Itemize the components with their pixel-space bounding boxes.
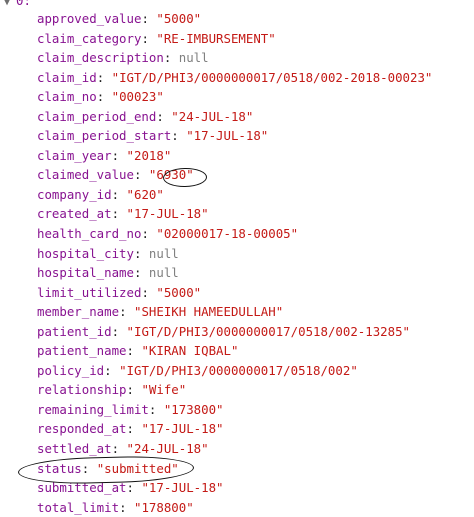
property-value: "IGT/D/PHI3/0000000017/0518/002" <box>119 362 358 378</box>
property-value: "02000017-18-00005" <box>156 226 299 242</box>
property-key: hospital_name <box>37 265 134 281</box>
property-value: "KIRAN IQBAL" <box>141 343 239 359</box>
property-key: relationship <box>37 382 127 398</box>
property-key: approved_value <box>37 11 142 26</box>
property-list: approved_value: "5000" claim_category: "… <box>37 9 432 517</box>
property-key: responded_at <box>37 421 127 437</box>
property-row: claim_period_end: "24-JUL-18" <box>37 108 254 124</box>
property-row: hospital_city: null <box>37 245 179 261</box>
property-value: "Wife" <box>141 382 187 398</box>
property-key: member_name <box>37 304 120 320</box>
property-value: "IGT/D/PHI3/0000000017/0518/002-2018-000… <box>111 69 433 85</box>
property-row: health_card_no: "02000017-18-00005" <box>37 226 299 242</box>
property-value: "620" <box>126 186 164 202</box>
property-value: null <box>178 50 209 66</box>
property-key: limit_utilized <box>37 284 142 300</box>
property-row: total_limit: "178800" <box>37 499 194 515</box>
property-key: created_at <box>37 206 112 222</box>
property-key: claim_id <box>37 69 97 85</box>
property-row: relationship: "Wife" <box>37 382 187 398</box>
property-value: "IGT/D/PHI3/0000000017/0518/002-13285" <box>126 323 411 339</box>
property-value: null <box>148 265 179 281</box>
property-key: total_limit <box>37 499 120 515</box>
property-key: claim_category <box>37 30 142 46</box>
property-value: "submitted" <box>96 460 179 476</box>
property-key: claimed_value <box>37 167 134 183</box>
property-value: "2018" <box>126 147 172 163</box>
property-row: policy_id: "IGT/D/PHI3/0000000017/0518/0… <box>37 362 358 378</box>
property-key: patient_id <box>37 323 112 339</box>
property-row: company_id: "620" <box>37 186 164 202</box>
property-row: approved_value: "5000" <box>37 11 202 26</box>
property-row: limit_utilized: "5000" <box>37 284 202 300</box>
property-row: responded_at: "17-JUL-18" <box>37 421 224 437</box>
property-key: hospital_city <box>37 245 134 261</box>
property-row: claimed_value: "6930" <box>37 167 194 183</box>
property-key: claim_period_start <box>37 128 172 144</box>
property-row: member_name: "SHEIKH HAMEEDULLAH" <box>37 304 284 320</box>
property-value: "17-JUL-18" <box>141 480 224 496</box>
property-key: settled_at <box>37 441 112 457</box>
property-row: claim_no: "00023" <box>37 89 164 105</box>
property-key: policy_id <box>37 362 105 378</box>
property-key: status <box>37 460 82 476</box>
property-row: created_at: "17-JUL-18" <box>37 206 209 222</box>
property-value: "24-JUL-18" <box>126 441 209 457</box>
array-index-label: 0: <box>16 0 31 8</box>
property-key: claim_period_end <box>37 108 157 124</box>
property-row: submitted_at: "17-JUL-18" <box>37 480 224 496</box>
property-value: "5000" <box>156 284 202 300</box>
property-row: claim_period_start: "17-JUL-18" <box>37 128 269 144</box>
property-key: claim_no <box>37 89 97 105</box>
property-value: "178800" <box>133 499 194 515</box>
property-row: remaining_limit: "173800" <box>37 401 224 417</box>
property-key: claim_description <box>37 50 164 66</box>
property-value: "173800" <box>163 401 224 417</box>
property-value: "17-JUL-18" <box>126 206 209 222</box>
property-key: health_card_no <box>37 226 142 242</box>
property-key: company_id <box>37 186 112 202</box>
property-value: "6930" <box>148 167 194 183</box>
property-row: claim_description: null <box>37 50 209 66</box>
property-key: submitted_at <box>37 480 127 496</box>
property-row: settled_at: "24-JUL-18" <box>37 441 209 457</box>
property-value: "17-JUL-18" <box>141 421 224 437</box>
property-key: remaining_limit <box>37 401 149 417</box>
property-row: claim_category: "RE-IMBURSEMENT" <box>37 30 276 46</box>
property-value: null <box>148 245 179 261</box>
property-row: claim_id: "IGT/D/PHI3/0000000017/0518/00… <box>37 69 433 85</box>
property-value: "17-JUL-18" <box>186 128 269 144</box>
property-key: patient_name <box>37 343 127 359</box>
property-row: hospital_name: null <box>37 265 179 281</box>
property-row: status: "submitted" <box>37 460 179 476</box>
property-value: "00023" <box>111 89 164 105</box>
root-array-item[interactable]: ▼ 0: <box>4 0 31 9</box>
property-row: claim_year: "2018" <box>37 147 172 163</box>
property-value: "RE-IMBURSEMENT" <box>156 30 276 46</box>
property-key: claim_year <box>37 147 112 163</box>
property-value: "24-JUL-18" <box>171 108 254 124</box>
property-row: patient_name: "KIRAN IQBAL" <box>37 343 239 359</box>
property-value: "SHEIKH HAMEEDULLAH" <box>133 304 284 320</box>
property-row: patient_id: "IGT/D/PHI3/0000000017/0518/… <box>37 323 411 339</box>
triangle-down-icon[interactable]: ▼ <box>4 0 16 11</box>
property-value: "5000" <box>156 11 202 26</box>
